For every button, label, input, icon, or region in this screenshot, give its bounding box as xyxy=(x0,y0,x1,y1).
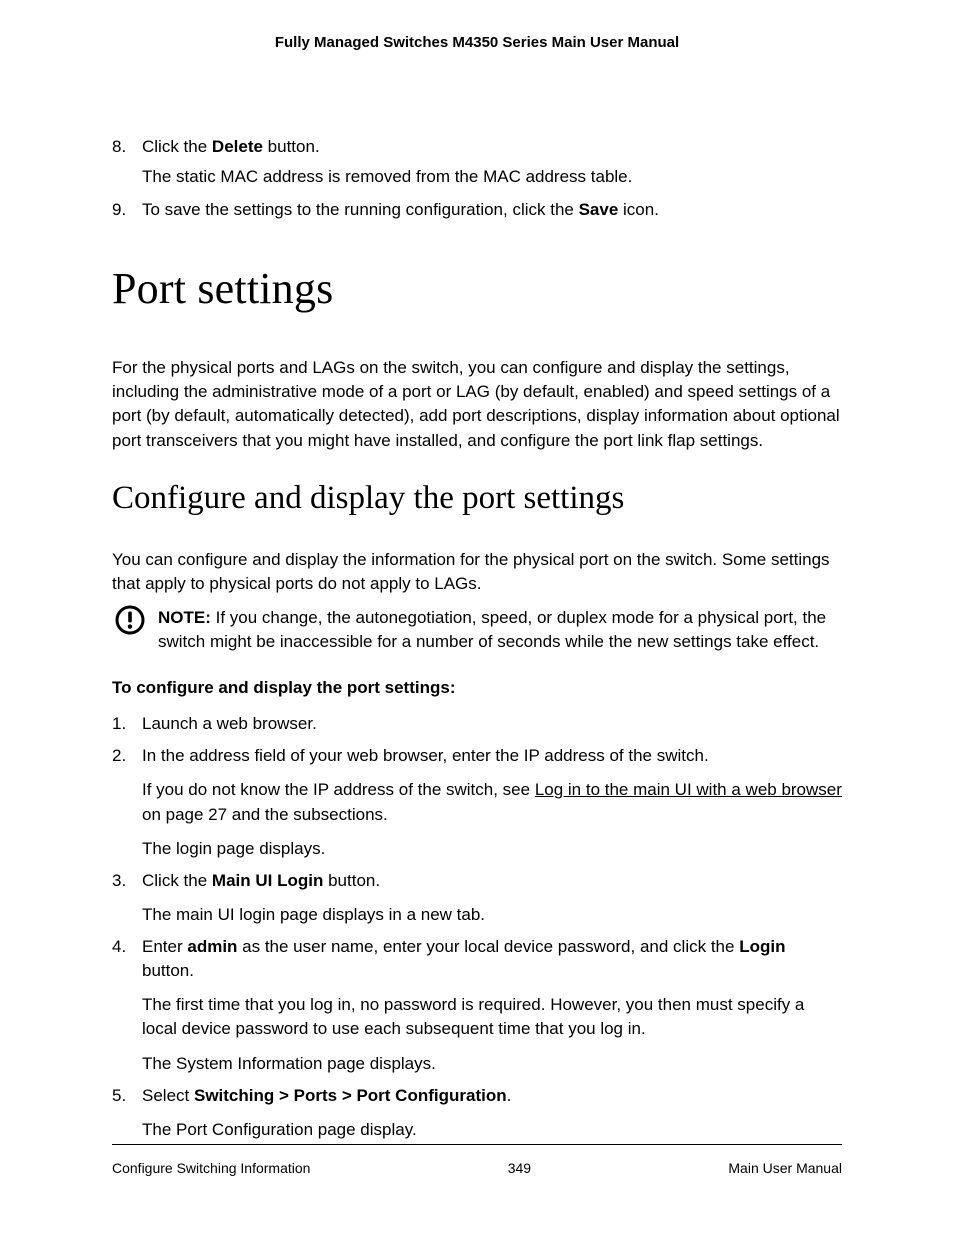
step-number: 3. xyxy=(112,869,126,893)
continued-steps-list: 8. Click the Delete button. The static M… xyxy=(112,135,842,221)
step-text: The Port Configuration page display. xyxy=(142,1118,842,1142)
note-body-text: If you change, the autonegotiation, spee… xyxy=(158,608,826,651)
procedure-list: 1. Launch a web browser. 2. In the addre… xyxy=(112,712,842,1142)
step-text: The first time that you log in, no passw… xyxy=(142,993,842,1041)
cross-ref-link[interactable]: Log in to the main UI with a web browser xyxy=(535,780,842,799)
step-9: 9. To save the settings to the running c… xyxy=(112,198,842,222)
page: Fully Managed Switches M4350 Series Main… xyxy=(0,0,954,1235)
section-intro-paragraph: For the physical ports and LAGs on the s… xyxy=(112,356,842,453)
step-text: The login page displays. xyxy=(142,837,842,861)
footer-right: Main User Manual xyxy=(728,1159,842,1179)
proc-step-2: 2. In the address field of your web brow… xyxy=(112,744,842,861)
step-number: 4. xyxy=(112,935,126,959)
step-text: The System Information page displays. xyxy=(142,1052,842,1076)
step-text: Enter admin as the user name, enter your… xyxy=(142,935,842,983)
subsection-title: Configure and display the port settings xyxy=(112,475,842,522)
step-text: Launch a web browser. xyxy=(142,712,842,736)
note-label: NOTE: xyxy=(158,608,211,627)
step-text: If you do not know the IP address of the… xyxy=(142,778,842,826)
subsection-intro-paragraph: You can configure and display the inform… xyxy=(112,548,842,596)
proc-step-1: 1. Launch a web browser. xyxy=(112,712,842,736)
proc-step-3: 3. Click the Main UI Login button. The m… xyxy=(112,869,842,927)
step-number: 1. xyxy=(112,712,126,736)
step-text: Click the Delete button. xyxy=(142,135,842,159)
note-text: NOTE: If you change, the autonegotiation… xyxy=(158,606,842,654)
footer-page-number: 349 xyxy=(310,1159,728,1179)
step-text: The main UI login page displays in a new… xyxy=(142,903,842,927)
step-8: 8. Click the Delete button. The static M… xyxy=(112,135,842,189)
step-text: To save the settings to the running conf… xyxy=(142,198,842,222)
step-text: Click the Main UI Login button. xyxy=(142,869,842,893)
footer-left: Configure Switching Information xyxy=(112,1159,310,1179)
procedure-heading: To configure and display the port settin… xyxy=(112,676,842,700)
step-number: 9. xyxy=(112,198,126,222)
page-footer-wrap: Configure Switching Information 349 Main… xyxy=(112,1144,842,1185)
step-text: Select Switching > Ports > Port Configur… xyxy=(142,1084,842,1108)
section-title: Port settings xyxy=(112,258,842,320)
step-text: In the address field of your web browser… xyxy=(142,744,842,768)
warning-icon xyxy=(114,604,146,643)
proc-step-5: 5. Select Switching > Ports > Port Confi… xyxy=(112,1084,842,1142)
page-footer: Configure Switching Information 349 Main… xyxy=(112,1145,842,1185)
note-callout: NOTE: If you change, the autonegotiation… xyxy=(112,606,842,654)
step-number: 8. xyxy=(112,135,126,159)
step-text: The static MAC address is removed from t… xyxy=(142,165,842,189)
step-number: 5. xyxy=(112,1084,126,1108)
step-number: 2. xyxy=(112,744,126,768)
proc-step-4: 4. Enter admin as the user name, enter y… xyxy=(112,935,842,1076)
page-header: Fully Managed Switches M4350 Series Main… xyxy=(112,32,842,53)
